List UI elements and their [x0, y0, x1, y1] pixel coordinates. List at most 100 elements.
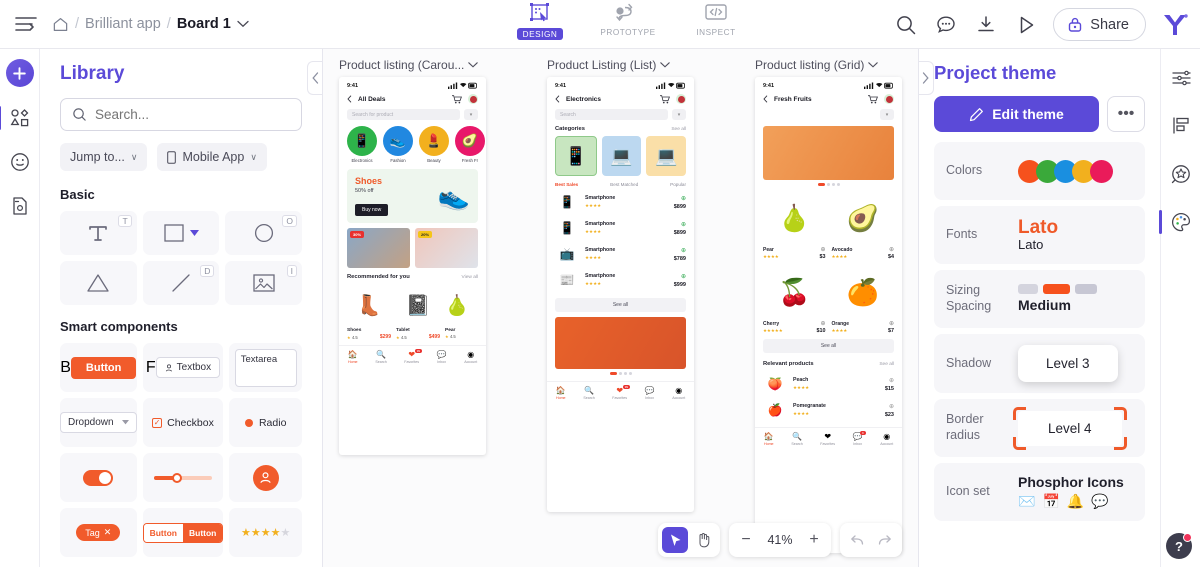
recommended-more[interactable]: View all — [462, 275, 478, 280]
tab-home[interactable]: 🏠 Home — [556, 386, 566, 400]
product-card[interactable]: 🥑 Avocado ⊕ ★★★★ $4 — [832, 192, 895, 261]
back-icon[interactable] — [763, 95, 768, 103]
mobile-app-dropdown[interactable]: Mobile App ∨ — [157, 143, 267, 171]
list-item[interactable]: 🍑 Peach ★★★★ ⊕ $15 — [755, 371, 902, 397]
share-button[interactable]: Share — [1053, 8, 1146, 41]
carousel-dots[interactable] — [547, 372, 694, 375]
zoom-out-button[interactable]: − — [733, 527, 759, 553]
search-icon[interactable] — [893, 12, 919, 38]
frame-label[interactable]: Product listing (Carou... — [339, 58, 486, 72]
avatar[interactable] — [884, 94, 894, 104]
add-icon[interactable]: ⊕ — [889, 246, 894, 253]
component-image[interactable]: I — [225, 261, 302, 305]
tab-home[interactable]: 🏠 Home — [348, 350, 358, 364]
category-card[interactable]: 📱 — [555, 136, 597, 176]
component-ellipse[interactable]: O — [225, 211, 302, 255]
tab-account[interactable]: ◉ Account — [880, 432, 893, 446]
library-collapse-button[interactable] — [307, 61, 322, 95]
add-icon[interactable]: ⊕ — [674, 247, 686, 254]
theme-expand-button[interactable] — [919, 61, 934, 95]
zoom-value[interactable]: 41% — [761, 533, 799, 547]
add-icon[interactable]: ⊕ — [674, 195, 686, 202]
avatar[interactable] — [468, 94, 478, 104]
component-avatar[interactable] — [229, 453, 302, 502]
see-all-button[interactable]: See all — [555, 298, 686, 312]
offer-banner[interactable]: 20% — [415, 228, 478, 268]
component-textarea[interactable]: Textarea — [229, 343, 302, 392]
filter-bar[interactable]: ▾ — [763, 109, 894, 120]
tab-account[interactable]: ◉ Account — [464, 350, 477, 364]
zoom-in-button[interactable]: + — [801, 527, 827, 553]
search-field[interactable]: Search — [555, 109, 668, 120]
justinmind-logo[interactable] — [1160, 10, 1190, 40]
tab-inbox[interactable]: 💬 Inbox — [645, 386, 655, 400]
color-swatches[interactable] — [1018, 159, 1113, 183]
sidebar-item-theme[interactable] — [1158, 209, 1194, 235]
chevron-down-icon[interactable] — [868, 62, 879, 68]
category-card[interactable]: 💻 — [601, 136, 642, 176]
chevron-down-icon[interactable] — [237, 20, 249, 28]
back-icon[interactable] — [555, 95, 560, 103]
add-icon[interactable]: ⊕ — [889, 320, 894, 327]
carousel-dots[interactable] — [755, 183, 902, 186]
list-item[interactable]: 📺 Smartphone ★★★★ ⊕ $789 — [547, 241, 694, 267]
component-triangle[interactable] — [60, 261, 137, 305]
chevron-down-icon[interactable]: ▾ — [464, 109, 478, 120]
redo-button[interactable] — [872, 527, 898, 553]
tab-search[interactable]: 🔍 Search — [375, 350, 386, 364]
product-card[interactable]: 👢 Shoes ★ 4.5 $299 — [347, 284, 391, 340]
tab-favorites[interactable]: ❤ Favorites — [820, 432, 835, 446]
relevant-more[interactable]: See all — [879, 362, 894, 367]
component-line[interactable]: D — [142, 261, 220, 305]
design-canvas[interactable]: Product listing (Carou... 9:41 All Deals — [323, 49, 918, 567]
phone-mockup-carousel[interactable]: 9:41 All Deals Search for product ▾ 📱 El… — [339, 77, 486, 455]
theme-row-icon-set[interactable]: Icon set Phosphor Icons ✉️ 📅 🔔 💬 — [934, 463, 1145, 521]
category-item[interactable]: 👟 Fashion — [383, 126, 413, 163]
add-icon[interactable]: ⊕ — [674, 221, 686, 228]
chevron-down-icon[interactable] — [468, 62, 479, 68]
product-card[interactable]: 📓 Tablet ★ 4.5 $499 — [396, 284, 440, 340]
comment-icon[interactable] — [933, 12, 959, 38]
library-search[interactable] — [60, 98, 302, 131]
search-bar[interactable]: Search for product ▾ — [347, 109, 478, 120]
component-rating[interactable]: ★★★★★ — [229, 508, 302, 557]
component-rectangle[interactable] — [142, 211, 220, 255]
phone-mockup-grid[interactable]: 9:41 Fresh Fruits ▾ 🍐 Pear ⊕ ★★★★ $3 🥑 A… — [755, 77, 902, 553]
component-radio[interactable]: Radio — [229, 398, 302, 447]
avatar[interactable] — [676, 94, 686, 104]
select-tool-button[interactable] — [662, 527, 688, 553]
sidebar-item-templates[interactable] — [7, 193, 33, 219]
add-icon[interactable]: ⊕ — [674, 273, 686, 280]
hero-banner[interactable] — [763, 126, 894, 180]
frame-product-listing-carousel[interactable]: Product listing (Carou... 9:41 All Deals — [339, 58, 486, 455]
component-button[interactable]: B Button — [60, 343, 137, 392]
home-icon[interactable] — [52, 16, 69, 33]
add-icon[interactable]: ⊕ — [885, 377, 894, 384]
list-item[interactable]: 📰 Smartphone ★★★★ ⊕ $999 — [547, 267, 694, 293]
breadcrumb[interactable]: / Brilliant app / Board 1 — [52, 16, 249, 33]
theme-row-colors[interactable]: Colors — [934, 142, 1145, 200]
component-toggle[interactable] — [60, 453, 137, 502]
theme-more-button[interactable]: ••• — [1107, 96, 1145, 132]
add-icon[interactable]: ⊕ — [820, 320, 825, 327]
mode-design[interactable]: DESIGN — [505, 3, 575, 40]
component-slider[interactable] — [142, 453, 224, 502]
chevron-down-icon[interactable] — [189, 229, 199, 237]
tab-favorites[interactable]: ❤ 99 Favorites — [404, 349, 423, 364]
hamburger-icon[interactable] — [0, 16, 52, 32]
sidebar-item-components[interactable] — [0, 105, 33, 131]
sidebar-item-layers[interactable] — [1168, 113, 1194, 139]
color-swatch[interactable] — [1090, 159, 1113, 183]
chevron-down-icon[interactable] — [660, 62, 671, 68]
breadcrumb-board[interactable]: Board 1 — [177, 16, 231, 32]
theme-row-fonts[interactable]: Fonts Lato Lato — [934, 206, 1145, 264]
category-card[interactable]: 💻 — [646, 136, 687, 176]
offer-banner[interactable]: 30% — [347, 228, 410, 268]
component-text[interactable]: T — [60, 211, 137, 255]
sort-option[interactable]: Best Sales — [555, 182, 578, 187]
frame-product-listing-list[interactable]: Product Listing (List) 9:41 Electronics — [547, 58, 694, 512]
sidebar-item-emoji[interactable] — [7, 149, 33, 175]
back-icon[interactable] — [347, 95, 352, 103]
sidebar-item-effects[interactable] — [1168, 161, 1194, 187]
category-item[interactable]: 📱 Electronics — [347, 126, 377, 163]
